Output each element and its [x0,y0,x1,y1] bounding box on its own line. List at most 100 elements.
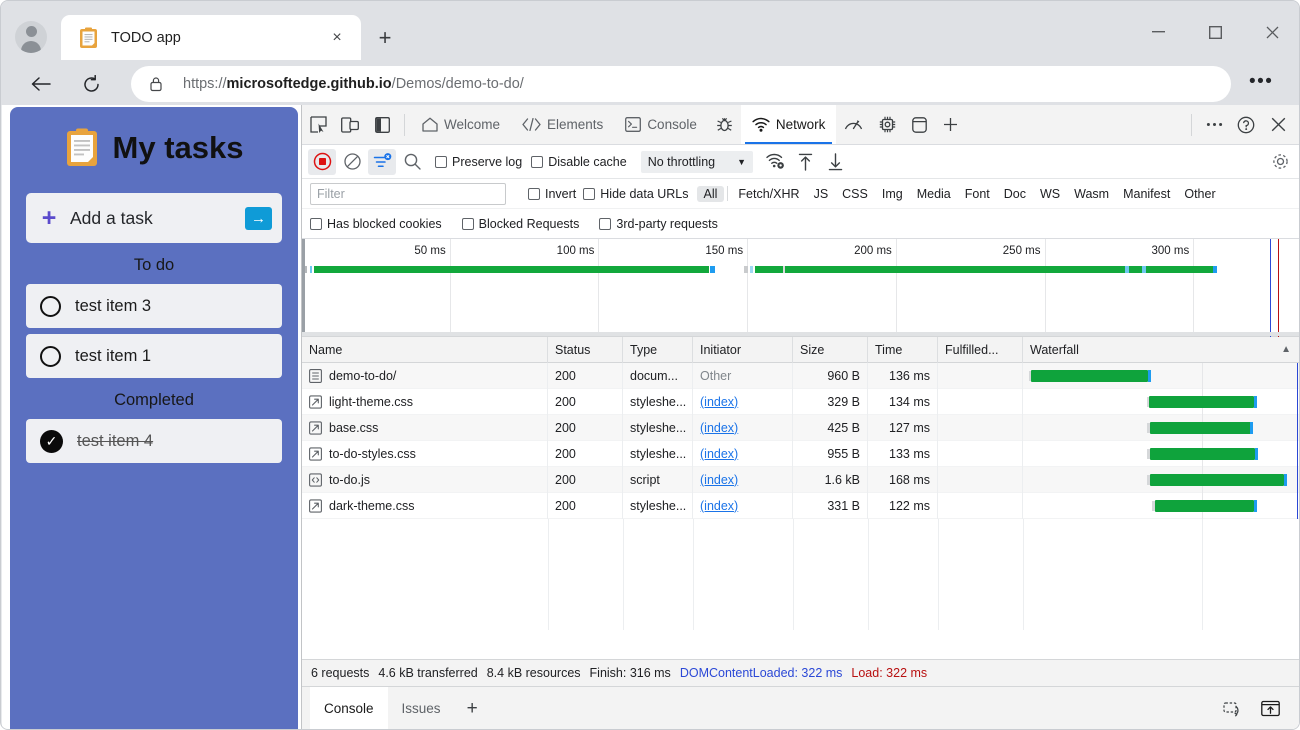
third-party-requests-checkbox[interactable]: 3rd-party requests [599,217,717,231]
filter-type-fetch-xhr[interactable]: Fetch/XHR [731,186,806,202]
throttling-dropdown[interactable]: No throttling ▼ [641,151,753,173]
table-row[interactable]: dark-theme.css 200 styleshe... (index) 3… [302,493,1300,519]
device-toolbar-icon[interactable] [334,109,366,141]
column-header-status[interactable]: Status [548,337,623,363]
table-empty-area [302,519,1300,630]
cell-status: 200 [548,415,623,441]
table-row[interactable]: to-do-styles.css 200 styleshe... (index)… [302,441,1300,467]
import-har-icon[interactable] [791,149,819,175]
filter-type-ws[interactable]: WS [1033,186,1067,202]
more-options-icon[interactable] [1198,109,1230,141]
cell-initiator[interactable]: (index) [693,415,793,441]
filter-type-other[interactable]: Other [1177,186,1222,202]
summary-transferred: 4.6 kB transferred [378,666,477,680]
tab-elements[interactable]: Elements [511,105,614,144]
screencast-icon[interactable] [1216,693,1248,725]
window-maximize-button[interactable] [1193,17,1238,47]
filter-type-font[interactable]: Font [958,186,997,202]
devtools-tab-bar: Welcome Elements Console [302,105,1300,145]
cell-initiator[interactable]: (index) [693,389,793,415]
cell-type: script [623,467,693,493]
column-header-type[interactable]: Type [623,337,693,363]
reload-button[interactable] [73,66,109,102]
close-icon[interactable]: × [323,24,351,52]
filter-button[interactable] [368,149,396,175]
blocked-requests-checkbox[interactable]: Blocked Requests [462,217,580,231]
submit-arrow-icon[interactable]: → [245,207,272,230]
filter-type-img[interactable]: Img [875,186,910,202]
has-blocked-cookies-checkbox[interactable]: Has blocked cookies [310,217,442,231]
help-icon[interactable] [1230,109,1262,141]
tab-network[interactable]: Network [741,105,837,144]
window-minimize-button[interactable] [1136,17,1181,47]
address-bar[interactable]: https://microsoftedge.github.io/Demos/de… [131,66,1231,102]
drawer-tab-issues[interactable]: Issues [388,687,455,730]
column-header-initiator[interactable]: Initiator [693,337,793,363]
network-overview-timeline[interactable]: 50 ms 100 ms 150 ms 200 ms 250 ms 300 ms [302,239,1300,337]
table-row[interactable]: base.css 200 styleshe... (index) 425 B 1… [302,415,1300,441]
dock-to-bottom-icon[interactable] [1254,693,1286,725]
list-item[interactable]: test item 3 [26,284,282,328]
table-row[interactable]: light-theme.css 200 styleshe... (index) … [302,389,1300,415]
filter-type-all[interactable]: All [697,186,725,202]
list-item[interactable]: test item 1 [26,334,282,378]
filter-type-js[interactable]: JS [807,186,836,202]
tab-application[interactable] [904,105,935,144]
invert-checkbox[interactable]: Invert [528,187,576,201]
filter-type-doc[interactable]: Doc [997,186,1033,202]
filter-type-media[interactable]: Media [910,186,958,202]
network-conditions-icon[interactable] [761,149,789,175]
checkbox-unchecked-icon[interactable] [40,346,61,367]
new-tab-button[interactable]: + [371,24,399,52]
clear-button[interactable] [338,149,366,175]
column-header-name[interactable]: Name [302,337,548,363]
filter-type-manifest[interactable]: Manifest [1116,186,1177,202]
table-row[interactable]: to-do.js 200 script (index) 1.6 kB 168 m… [302,467,1300,493]
browser-window: TODO app × + [0,0,1300,730]
more-tabs-plus-icon[interactable] [935,105,966,144]
filter-type-css[interactable]: CSS [835,186,875,202]
search-input[interactable] [310,183,506,205]
checkbox-unchecked-icon[interactable] [40,296,61,317]
window-close-button[interactable] [1250,17,1295,47]
stylesheet-icon [309,421,322,435]
settings-gear-icon[interactable] [1266,149,1294,175]
add-task-row[interactable]: + Add a task → [26,193,282,243]
column-header-fulfilled[interactable]: Fulfilled... [938,337,1023,363]
list-item[interactable]: ✓ test item 4 [26,419,282,463]
browser-settings-button[interactable]: ••• [1249,71,1273,93]
tab-sources[interactable] [708,105,741,144]
export-har-icon[interactable] [821,149,849,175]
tab-welcome[interactable]: Welcome [411,105,511,144]
close-devtools-icon[interactable] [1262,109,1294,141]
tab-performance[interactable] [836,105,871,144]
column-header-waterfall[interactable]: Waterfall ▲ [1023,337,1300,363]
drawer-tab-console[interactable]: Console [310,687,388,730]
preserve-log-checkbox[interactable]: Preserve log [435,155,522,169]
tab-memory[interactable] [871,105,904,144]
filter-type-wasm[interactable]: Wasm [1067,186,1116,202]
column-header-size[interactable]: Size [793,337,868,363]
profile-avatar[interactable] [15,21,47,53]
timeline-scrubber[interactable] [302,332,1300,336]
disable-cache-checkbox[interactable]: Disable cache [531,155,627,169]
drawer-add-tab-button[interactable]: + [455,687,490,730]
tab-console[interactable]: Console [614,105,708,144]
inspect-element-icon[interactable] [302,109,334,141]
drawer-right-icons [1216,693,1292,725]
table-row[interactable]: demo-to-do/ 200 docum... Other 960 B 136… [302,363,1300,389]
checkbox-checked-icon[interactable]: ✓ [40,430,63,453]
cell-initiator[interactable]: (index) [693,493,793,519]
column-header-time[interactable]: Time [868,337,938,363]
add-task-input[interactable]: Add a task [70,208,245,229]
record-stop-button[interactable] [308,149,336,175]
back-button[interactable] [23,66,59,102]
browser-tab[interactable]: TODO app × [61,15,361,60]
search-button[interactable] [398,149,426,175]
cell-initiator[interactable]: (index) [693,467,793,493]
network-summary-bar: 6 requests 4.6 kB transferred 8.4 kB res… [302,659,1300,686]
dock-side-icon[interactable] [366,109,398,141]
cell-initiator[interactable]: (index) [693,441,793,467]
hide-data-urls-checkbox[interactable]: Hide data URLs [583,187,688,201]
cell-fulfilled [938,493,1023,519]
